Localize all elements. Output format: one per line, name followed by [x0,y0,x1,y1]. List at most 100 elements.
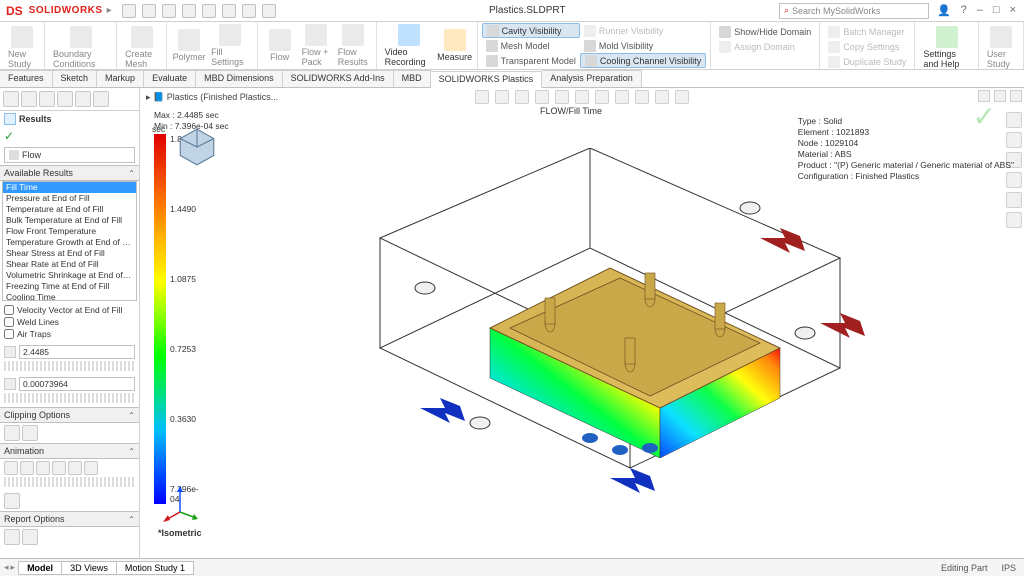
list-item[interactable]: Volumetric Shrinkage at End of Fill [3,270,136,281]
cooling-channel-visibility-button[interactable]: Cooling Channel Visibility [580,53,706,68]
list-item[interactable]: Shear Stress at End of Fill [3,248,136,259]
tab-scroll-left-icon[interactable]: ◂ [4,562,9,573]
view-orient-icon[interactable] [575,90,589,104]
settings-gear-icon[interactable] [675,90,689,104]
flow-type-select[interactable]: Flow [4,147,135,163]
restore-button[interactable]: □ [991,4,1002,17]
tab-motion[interactable]: Motion Study 1 [116,561,194,575]
list-item[interactable]: Temperature Growth at End of Fill [3,237,136,248]
list-item[interactable]: Flow Front Temperature [3,226,136,237]
help-icon[interactable]: ? [959,4,969,17]
ok-button[interactable]: ✓ [0,127,139,145]
fm-config-icon[interactable] [21,91,37,107]
list-item[interactable]: Freezing Time at End of Fill [3,281,136,292]
transparent-model-button[interactable]: Transparent Model [482,53,580,68]
tab-evaluate[interactable]: Evaluate [144,70,196,87]
rotate-icon[interactable] [515,90,529,104]
appearance-icon[interactable] [635,90,649,104]
list-item[interactable]: Pressure at End of Fill [3,193,136,204]
cavity-visibility-button[interactable]: Cavity Visibility [482,23,580,38]
section-icon[interactable] [555,90,569,104]
dropdown-icon[interactable]: ▸ [107,5,112,16]
air-traps-checkbox[interactable]: Air Traps [4,329,135,339]
list-item[interactable]: Cooling Time [3,292,136,301]
create-mesh-button: Create Mesh [121,24,162,71]
display-style-icon[interactable] [595,90,609,104]
step-fwd-icon[interactable] [68,461,82,475]
animation-header[interactable]: Animation⌃ [0,443,139,459]
available-results-header[interactable]: Available Results⌃ [0,165,139,181]
close-button[interactable]: × [1008,4,1018,17]
appearances-icon[interactable] [1006,192,1022,208]
fm-tree-icon[interactable] [3,91,19,107]
scene-icon[interactable] [655,90,669,104]
clip-plane-icon[interactable] [22,425,38,441]
fm-display-icon[interactable] [57,91,73,107]
custom-props-icon[interactable] [1006,212,1022,228]
mold-visibility-button[interactable]: Mold Visibility [580,38,706,53]
login-icon[interactable]: 👤 [935,4,953,17]
tab-markup[interactable]: Markup [97,70,144,87]
list-item[interactable]: Bulk Temperature at End of Fill [3,215,136,226]
available-results-list[interactable]: Fill Time Pressure at End of Fill Temper… [2,181,137,301]
open-icon[interactable] [142,4,156,18]
report-options-header[interactable]: Report Options⌃ [0,511,139,527]
zoom-fit-icon[interactable] [535,90,549,104]
tab-mbd[interactable]: MBD [394,70,431,87]
undo-icon[interactable] [202,4,216,18]
stop-icon[interactable] [36,461,50,475]
min-slider[interactable] [4,393,135,403]
step-back-icon[interactable] [52,461,66,475]
rebuild-icon[interactable] [262,4,276,18]
view-cube[interactable] [176,126,218,168]
tab-model[interactable]: Model [18,561,62,575]
tab-3dviews[interactable]: 3D Views [61,561,117,575]
search-input[interactable]: ⌕ Search MySolidWorks [779,3,929,19]
play-icon[interactable] [4,461,18,475]
fm-more-icon[interactable] [93,91,109,107]
export-icon[interactable] [22,529,38,545]
measure-button[interactable]: Measure [437,27,473,64]
redo-icon[interactable] [222,4,236,18]
animation-slider[interactable] [4,477,135,487]
tab-analysis-prep[interactable]: Analysis Preparation [542,70,642,87]
new-icon[interactable] [122,4,136,18]
clipping-options-header[interactable]: Clipping Options⌃ [0,407,139,423]
fm-property-icon[interactable] [39,91,55,107]
vp-close-icon[interactable] [1010,90,1022,102]
fm-plastics-icon[interactable] [75,91,91,107]
list-item[interactable]: Fill Time [3,182,136,193]
minimize-button[interactable]: – [975,4,985,17]
list-item[interactable]: Temperature at End of Fill [3,204,136,215]
graphics-viewport[interactable]: ▸ 📘 Plastics (Finished Plastics... Max :… [140,88,1024,558]
anim-extra-icon[interactable] [4,493,20,509]
zoom-icon[interactable] [475,90,489,104]
list-item[interactable]: Shear Rate at End of Fill [3,259,136,270]
tab-mbd-dimensions[interactable]: MBD Dimensions [196,70,283,87]
tab-scroll-right-icon[interactable]: ▸ [11,562,16,573]
max-slider[interactable] [4,361,135,371]
weld-lines-checkbox[interactable]: Weld Lines [4,317,135,327]
save-icon[interactable] [162,4,176,18]
tab-plastics[interactable]: SOLIDWORKS Plastics [431,71,543,88]
show-hide-domain-button[interactable]: Show/Hide Domain [715,24,815,39]
loop-icon[interactable] [84,461,98,475]
print-icon[interactable] [182,4,196,18]
report-icon[interactable] [4,529,20,545]
options-icon[interactable] [242,4,256,18]
tab-addins[interactable]: SOLIDWORKS Add-Ins [283,70,394,87]
max-value-field[interactable]: 2.4485 [19,345,135,359]
pan-icon[interactable] [495,90,509,104]
mesh-model-button[interactable]: Mesh Model [482,38,580,53]
velocity-vector-checkbox[interactable]: Velocity Vector at End of Fill [4,305,135,315]
clip-off-icon[interactable] [4,425,20,441]
pause-icon[interactable] [20,461,34,475]
tab-features[interactable]: Features [0,70,53,87]
video-recording-button[interactable]: Video Recording [381,22,437,69]
hide-show-icon[interactable] [615,90,629,104]
breadcrumb[interactable]: ▸ 📘 Plastics (Finished Plastics... [146,92,278,103]
tab-sketch[interactable]: Sketch [53,70,98,87]
fill-settings-button: Fill Settings [207,22,253,69]
min-value-field[interactable]: 0.00073964 [19,377,135,391]
settings-help-button[interactable]: Settings and Help [919,24,973,71]
